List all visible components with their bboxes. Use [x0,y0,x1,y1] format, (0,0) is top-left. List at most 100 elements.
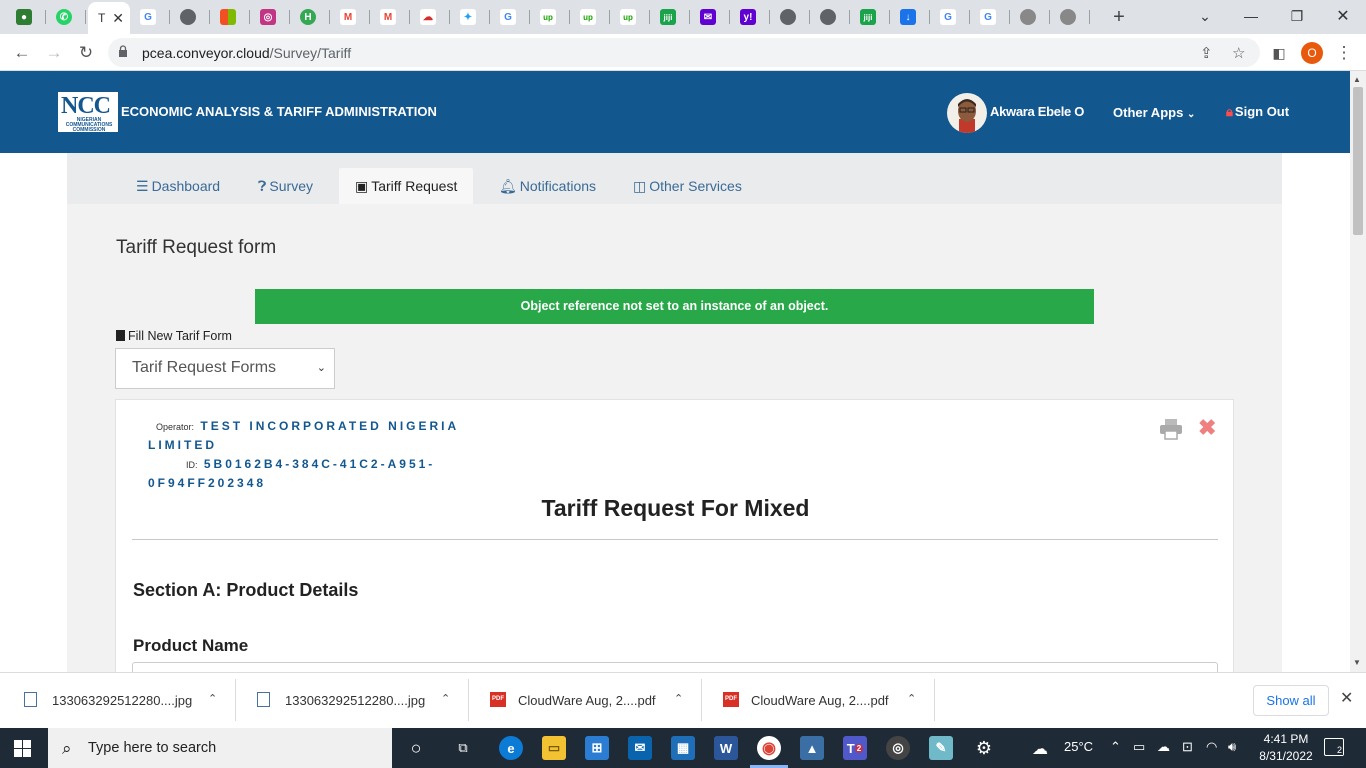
weather-cloud-icon[interactable]: ☁ [1032,739,1048,759]
taskbar-search[interactable]: ⌕ Type here to search [48,728,392,768]
media-player-icon[interactable]: ◎ [886,736,910,760]
cortana-icon[interactable]: ○ [404,736,428,760]
device-icon[interactable]: ⊡ [1182,739,1193,755]
maximize-button[interactable]: ❐ [1274,0,1320,32]
chevron-up-icon[interactable]: ⌃ [674,692,683,705]
tab-tariff-request[interactable]: ▣ Tariff Request [339,168,474,204]
browser-tab[interactable]: ● [8,4,46,30]
chevron-up-icon[interactable]: ⌃ [208,692,217,705]
store-icon[interactable]: ⊞ [585,736,609,760]
browser-tab[interactable] [812,4,850,30]
bookmark-star-icon[interactable]: ☆ [1232,44,1245,62]
chevron-up-icon[interactable]: ⌃ [1110,739,1121,755]
download-item[interactable]: 133063292512280....jpg ⌃ [237,679,469,721]
browser-tab[interactable] [172,4,210,30]
browser-tab[interactable]: up [532,4,570,30]
task-view-icon[interactable]: ⧉ [451,736,475,760]
browser-tab[interactable]: up [572,4,610,30]
tab-notifications[interactable]: 🔔︎ Notifications [483,168,612,204]
scrollbar-thumb[interactable] [1353,87,1363,235]
browser-tab[interactable]: ↓ [892,4,930,30]
close-icon[interactable]: ✖ [1198,415,1216,441]
chrome-icon[interactable]: ◉ [757,736,781,760]
system-clock[interactable]: 4:41 PM 8/31/2022 [1256,731,1316,765]
user-name[interactable]: Akwara Ebele O [990,104,1084,119]
browser-tab[interactable]: ◎ [252,4,290,30]
upwork-icon: up [580,9,596,25]
lock-icon: 🔒︎ [1226,104,1233,119]
control-panel-icon[interactable]: ▦ [671,736,695,760]
browser-tab[interactable]: M [372,4,410,30]
volume-icon[interactable]: 🔊︎ [1228,739,1236,755]
wifi-icon[interactable]: ◠ [1206,739,1217,755]
battery-icon[interactable]: ▭ [1133,739,1145,755]
browser-tab[interactable]: G [132,4,170,30]
menu-kebab-icon[interactable]: ⋮ [1331,40,1357,66]
new-tab-button[interactable]: + [1108,6,1130,28]
minimize-button[interactable]: — [1228,0,1274,32]
globe-icon [1020,9,1036,25]
browser-tab[interactable]: ✦ [452,4,490,30]
page-scrollbar[interactable]: ▲ ▼ [1350,71,1366,672]
close-tab-icon[interactable]: ✕ [112,10,124,27]
tab-search-button[interactable]: ⌄ [1182,0,1228,32]
browser-tab[interactable]: M [332,4,370,30]
chevron-up-icon[interactable]: ⌃ [441,692,450,705]
print-icon[interactable] [1159,418,1183,440]
download-item[interactable]: PDF CloudWare Aug, 2....pdf ⌃ [470,679,702,721]
side-panel-icon[interactable]: ◧ [1266,40,1292,66]
browser-tab[interactable]: y! [732,4,770,30]
browser-tab[interactable]: ☁ [412,4,450,30]
tariff-form-select[interactable]: Tarif Request Forms ⌄ [115,348,335,389]
close-downloads-icon[interactable]: ✕ [1340,688,1353,708]
temperature-text[interactable]: 25°C [1064,739,1093,754]
edge-icon[interactable]: e [499,736,523,760]
ncc-logo[interactable]: NCC NIGERIAN COMMUNICATIONS COMMISSION [58,92,118,133]
browser-tab[interactable]: G [492,4,530,30]
tab-dashboard[interactable]: ☰ Dashboard [120,168,236,204]
notification-center-icon[interactable]: 2 [1324,738,1344,756]
browser-tab[interactable]: ✆ [48,4,86,30]
scroll-down-arrow[interactable]: ▼ [1353,658,1361,667]
word-icon[interactable]: W [714,736,738,760]
photos-icon[interactable]: ▲ [800,736,824,760]
user-avatar[interactable] [947,93,987,133]
browser-tab[interactable]: jiji [652,4,690,30]
file-explorer-icon[interactable]: ▭ [542,736,566,760]
teams-icon[interactable]: T2 [843,736,867,760]
browser-tab[interactable] [772,4,810,30]
browser-tab[interactable]: H [292,4,330,30]
address-bar[interactable]: pcea.conveyor.cloud/Survey/Tariff ⇪ ☆ [108,38,1260,67]
download-item[interactable]: PDF CloudWare Aug, 2....pdf ⌃ [703,679,935,721]
scroll-up-arrow[interactable]: ▲ [1353,75,1361,84]
browser-tab[interactable] [1052,4,1090,30]
browser-tab[interactable] [212,4,250,30]
show-all-downloads-button[interactable]: Show all [1253,685,1329,716]
back-button[interactable]: ← [9,40,35,66]
close-window-button[interactable]: ✕ [1320,0,1366,32]
onedrive-icon[interactable]: ☁ [1157,739,1170,755]
profile-avatar[interactable]: O [1301,42,1323,64]
mail-app-icon[interactable]: ✉ [628,736,652,760]
share-icon[interactable]: ⇪ [1200,44,1213,62]
other-apps-dropdown[interactable]: Other Apps ⌄ [1113,105,1195,120]
browser-tab-active[interactable]: T ✕ [88,2,130,34]
notepad-icon[interactable]: ✎ [929,736,953,760]
sign-out-link[interactable]: 🔒︎ Sign Out [1226,104,1289,120]
download-item[interactable]: 133063292512280....jpg ⌃ [4,679,236,721]
chevron-up-icon[interactable]: ⌃ [907,692,916,705]
tab-survey[interactable]: ❓︎ Survey [242,168,329,204]
browser-tab[interactable]: ✉ [692,4,730,30]
reload-button[interactable]: ↻ [73,40,99,66]
windows-start-icon[interactable] [14,740,31,757]
product-name-input[interactable] [132,662,1218,672]
browser-tab[interactable]: up [612,4,650,30]
forward-button[interactable]: → [41,40,67,66]
tab-other-services[interactable]: ◫ Other Services [617,168,758,204]
browser-tab[interactable]: G [932,4,970,30]
settings-gear-icon[interactable]: ⚙ [972,736,996,760]
browser-tab[interactable] [1012,4,1050,30]
browser-tab[interactable]: G [972,4,1010,30]
product-name-label: Product Name [133,636,249,655]
browser-tab[interactable]: jiji [852,4,890,30]
